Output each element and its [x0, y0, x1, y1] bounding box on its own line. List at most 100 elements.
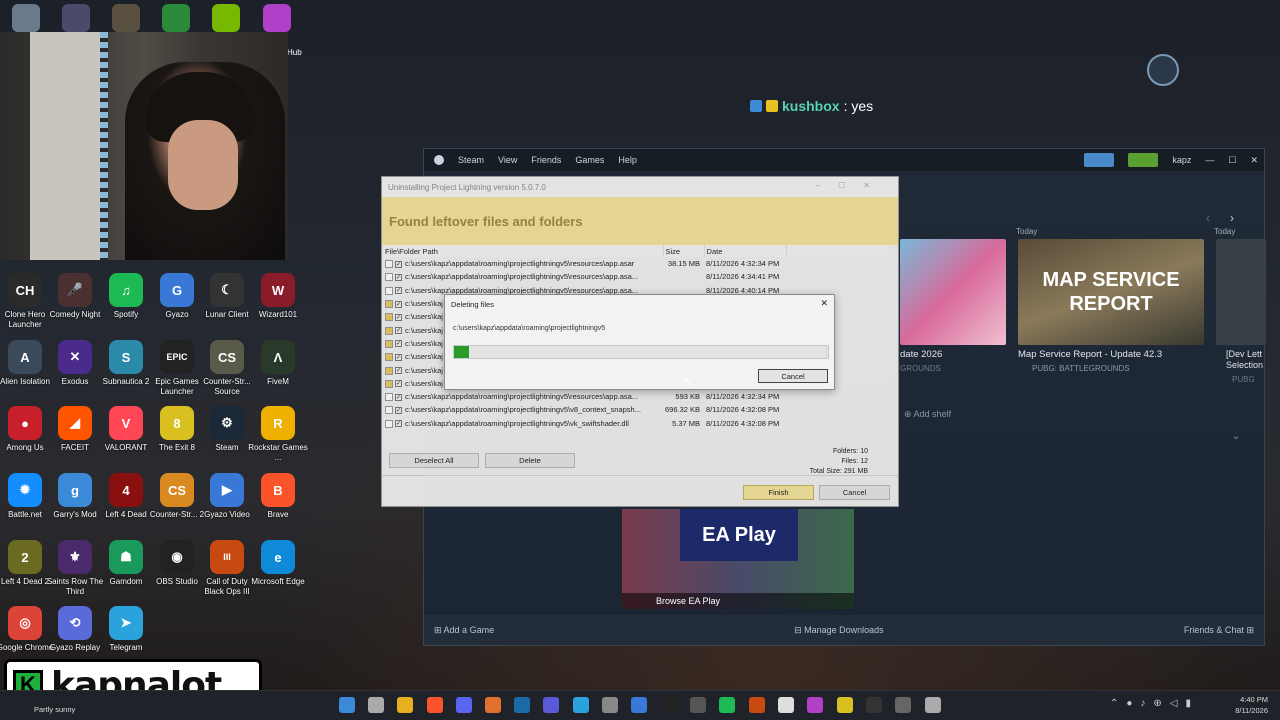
- col-date[interactable]: Date: [704, 245, 787, 257]
- taskbar-app-icon[interactable]: [602, 697, 618, 713]
- row-date: 8/11/2026 4:32:08 PM: [706, 405, 780, 415]
- taskbar-app-icon[interactable]: [339, 697, 355, 713]
- desktop-icon-rockstar-games[interactable]: R Rockstar Games ...: [247, 406, 309, 463]
- finish-button[interactable]: Finish: [743, 485, 814, 500]
- row-checkbox[interactable]: ✓: [395, 367, 402, 375]
- star-game-icon[interactable]: [62, 4, 90, 32]
- news-card-2-sub: PUBG: BATTLEGROUNDS: [1032, 364, 1130, 373]
- pubg-icon[interactable]: [112, 4, 140, 32]
- steam-menu-friends[interactable]: Friends: [531, 155, 561, 165]
- taskbar-app-icon[interactable]: [690, 697, 706, 713]
- taskbar-app-icon[interactable]: [749, 697, 765, 713]
- news-card-2[interactable]: MAP SERVICE REPORT: [1018, 239, 1204, 345]
- row-date: 8/11/2026 4:32:34 PM: [706, 392, 780, 402]
- row-date: 8/11/2026 4:34:41 PM: [706, 272, 780, 282]
- taskbar-app-icon[interactable]: [631, 697, 647, 713]
- row-checkbox[interactable]: ✓: [395, 353, 402, 361]
- news-card-3[interactable]: [1216, 239, 1266, 345]
- cancel-button[interactable]: Cancel: [819, 485, 890, 500]
- clock[interactable]: 4:40 PM 8/11/2026: [1226, 694, 1268, 716]
- taskbar-app-icon[interactable]: [573, 697, 589, 713]
- add-shelf-button[interactable]: ⊕ Add shelf: [904, 409, 951, 420]
- steam-menu-steam[interactable]: Steam: [458, 155, 484, 165]
- row-checkbox[interactable]: ✓: [395, 273, 402, 281]
- row-checkbox[interactable]: ✓: [395, 380, 402, 388]
- table-row[interactable]: ✓ c:\users\kapz\appdata\roaming\projectli…: [383, 417, 889, 430]
- row-checkbox[interactable]: ✓: [395, 406, 402, 414]
- news-card-1[interactable]: [900, 239, 1006, 345]
- app-glyph-icon: S: [109, 340, 143, 374]
- manage-downloads-button[interactable]: ⊟ Manage Downloads: [794, 625, 884, 636]
- table-row[interactable]: ✓ c:\users\kapz\appdata\roaming\projectli…: [383, 403, 889, 416]
- webcam-feed: [0, 32, 288, 260]
- deselect-all-button[interactable]: Deselect All: [389, 453, 479, 468]
- notifications-button[interactable]: [1128, 153, 1159, 167]
- row-checkbox[interactable]: ✓: [395, 260, 402, 268]
- weather-text[interactable]: Partly sunny: [34, 705, 75, 714]
- add-game-button[interactable]: ⊞ Add a Game: [434, 625, 494, 636]
- taskbar-app-icon[interactable]: [456, 697, 472, 713]
- col-size[interactable]: Size: [663, 245, 705, 257]
- ea-play-panel[interactable]: EA Play Browse EA Play: [622, 509, 854, 609]
- desktop-icon-fivem[interactable]: Λ FiveM: [247, 340, 309, 387]
- taskbar-app-icon[interactable]: [866, 697, 882, 713]
- desktop-icon-microsoft-edge[interactable]: e Microsoft Edge: [247, 540, 309, 587]
- row-checkbox[interactable]: ✓: [395, 287, 402, 295]
- chat-crown-icon: [766, 100, 778, 112]
- deleting-cancel-button[interactable]: Cancel: [758, 369, 828, 383]
- app-glyph-icon: ⟲: [58, 606, 92, 640]
- desktop-icon-telegram[interactable]: ➤ Telegram: [95, 606, 157, 653]
- row-size: 696.32 KB: [665, 405, 701, 415]
- browse-ea-play-button[interactable]: Browse EA Play: [622, 593, 854, 609]
- taskbar-app-icon[interactable]: [485, 697, 501, 713]
- collapse-chevron-icon[interactable]: ⌄: [1232, 431, 1240, 442]
- hub-app-icon[interactable]: [263, 4, 291, 32]
- row-checkbox[interactable]: ✓: [395, 393, 402, 401]
- shelf-next-icon[interactable]: ›: [1230, 211, 1234, 225]
- taskbar-app-icon[interactable]: [543, 697, 559, 713]
- steam-username[interactable]: kapz: [1172, 155, 1191, 165]
- taskbar-app-icon[interactable]: [925, 697, 941, 713]
- announcements-button[interactable]: [1084, 153, 1115, 167]
- taskbar-app-icon[interactable]: [719, 697, 735, 713]
- taskbar-app-icon[interactable]: [895, 697, 911, 713]
- row-checkbox[interactable]: ✓: [395, 327, 402, 335]
- taskbar-app-icon[interactable]: [807, 697, 823, 713]
- taskbar-app-icon[interactable]: [368, 697, 384, 713]
- taskbar-app-icon[interactable]: [661, 697, 677, 713]
- webcam-face: [168, 120, 238, 210]
- maximize-icon[interactable]: ☐: [1228, 155, 1236, 166]
- money-game-icon[interactable]: [162, 4, 190, 32]
- desktop-icon-wizard101[interactable]: W Wizard101: [247, 273, 309, 320]
- row-checkbox[interactable]: ✓: [395, 300, 402, 308]
- table-row[interactable]: ✓ c:\users\kapz\appdata\roaming\projectli…: [383, 270, 889, 283]
- taskbar-app-icon[interactable]: [427, 697, 443, 713]
- row-path-cell: ✓ c:\users\kapz\appdata\roaming\projectli…: [383, 403, 663, 416]
- nvidia-icon[interactable]: [212, 4, 240, 32]
- col-path[interactable]: File\Folder Path: [383, 245, 664, 257]
- row-checkbox[interactable]: ✓: [395, 420, 402, 428]
- recycle-bin-icon[interactable]: [12, 4, 40, 32]
- shelf-prev-icon[interactable]: ‹: [1206, 211, 1210, 225]
- steam-menu-help[interactable]: Help: [618, 155, 637, 165]
- taskbar-app-icon[interactable]: [837, 697, 853, 713]
- friends-chat-button[interactable]: Friends & Chat ⊞: [1184, 625, 1254, 636]
- desktop-icon-brave[interactable]: B Brave: [247, 473, 309, 520]
- table-row[interactable]: ✓ c:\users\kapz\appdata\roaming\projectli…: [383, 257, 889, 270]
- taskbar-app-icon[interactable]: [514, 697, 530, 713]
- window-controls-icon[interactable]: –☐✕: [816, 181, 888, 190]
- close-icon[interactable]: ✕: [1250, 155, 1258, 166]
- steam-menu-view[interactable]: View: [498, 155, 517, 165]
- table-row[interactable]: ✓ c:\users\kapz\appdata\roaming\projectli…: [383, 390, 889, 403]
- steam-menu-games[interactable]: Games: [575, 155, 604, 165]
- row-checkbox[interactable]: ✓: [395, 313, 402, 321]
- minimize-icon[interactable]: —: [1205, 155, 1214, 165]
- taskbar-app-icon[interactable]: [778, 697, 794, 713]
- deleting-close-icon[interactable]: ✕: [820, 298, 828, 309]
- row-checkbox[interactable]: ✓: [395, 340, 402, 348]
- tray-icons[interactable]: ⌃●♪⊕◁▮: [1110, 698, 1199, 709]
- taskbar-app-icon[interactable]: [397, 697, 413, 713]
- row-path-cell: ✓ c:\users\kapz\appdata\roaming\projectli…: [383, 257, 663, 270]
- row-path: c:\users\kaj: [405, 312, 443, 322]
- delete-button[interactable]: Delete: [485, 453, 575, 468]
